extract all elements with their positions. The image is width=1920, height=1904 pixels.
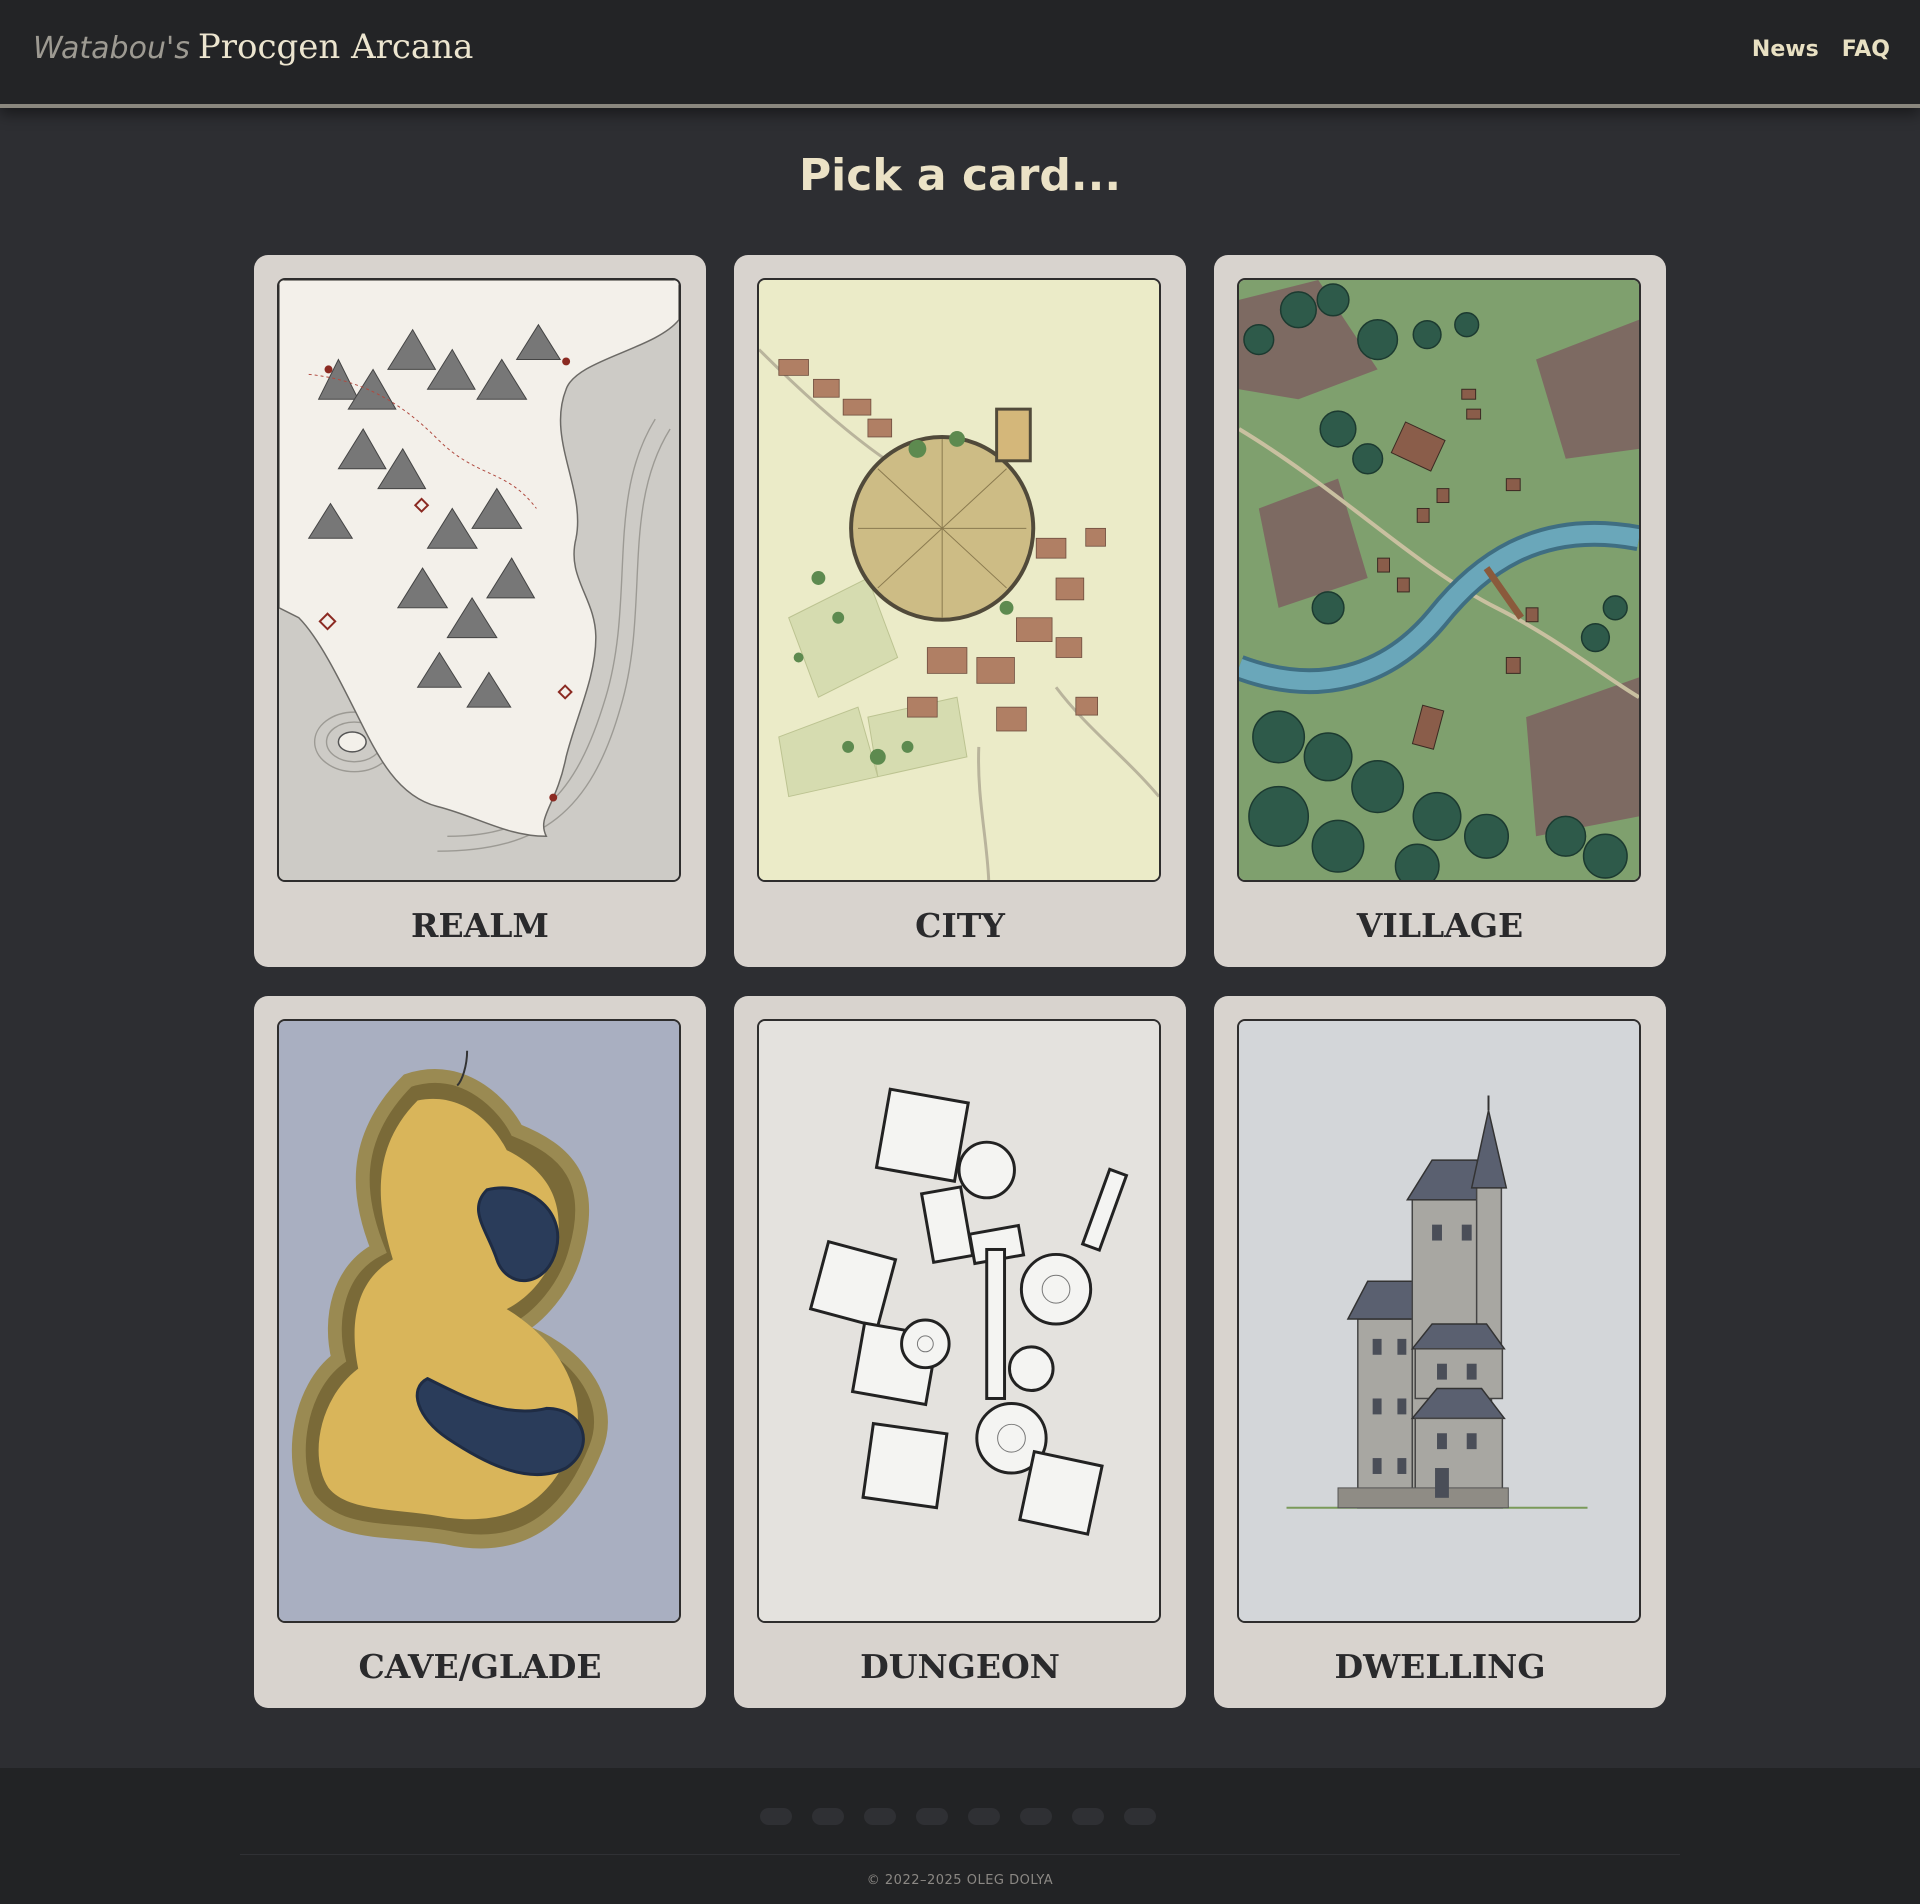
- realm-map-illustration: [277, 278, 681, 882]
- village-map-illustration: [1237, 278, 1641, 882]
- page-title: Pick a card...: [798, 150, 1122, 201]
- brand-prefix: Watabou's: [33, 31, 190, 66]
- card-village[interactable]: VILLAGE: [1214, 255, 1666, 967]
- site-footer: © 2022–2025 OLEG DOLYA: [0, 1768, 1920, 1904]
- site-logo[interactable]: Watabou's Procgen Arcana: [33, 27, 473, 67]
- footer-dot[interactable]: [1124, 1808, 1156, 1825]
- card-dungeon[interactable]: DUNGEON: [734, 996, 1186, 1708]
- dwelling-building-illustration: [1237, 1019, 1641, 1623]
- footer-divider: [240, 1854, 1680, 1855]
- footer-dot[interactable]: [760, 1808, 792, 1825]
- dungeon-map-illustration: [757, 1019, 1161, 1623]
- card-label: CITY: [915, 906, 1005, 945]
- footer-dot[interactable]: [812, 1808, 844, 1825]
- footer-dot[interactable]: [1072, 1808, 1104, 1825]
- brand-title: Procgen Arcana: [197, 27, 474, 67]
- cave-glade-map-illustration: [277, 1019, 681, 1623]
- card-label: DUNGEON: [860, 1647, 1060, 1686]
- card-label: VILLAGE: [1356, 906, 1524, 945]
- card-cave-glade[interactable]: CAVE/GLADE: [254, 996, 706, 1708]
- city-map-illustration: [757, 278, 1161, 882]
- footer-pagination: [760, 1808, 1176, 1826]
- copyright-text: © 2022–2025 OLEG DOLYA: [866, 1873, 1054, 1888]
- top-nav: News FAQ: [1734, 37, 1890, 62]
- footer-dot[interactable]: [864, 1808, 896, 1825]
- card-dwelling[interactable]: DWELLING: [1214, 996, 1666, 1708]
- card-label: DWELLING: [1334, 1647, 1546, 1686]
- card-realm[interactable]: REALM: [254, 255, 706, 967]
- card-city[interactable]: CITY: [734, 255, 1186, 967]
- footer-dot[interactable]: [968, 1808, 1000, 1825]
- site-header: Watabou's Procgen Arcana News FAQ: [0, 0, 1920, 104]
- nav-news-link[interactable]: News: [1752, 37, 1819, 62]
- footer-dot[interactable]: [1020, 1808, 1052, 1825]
- footer-dot[interactable]: [916, 1808, 948, 1825]
- nav-faq-link[interactable]: FAQ: [1842, 37, 1890, 62]
- card-label: REALM: [411, 906, 549, 945]
- card-label: CAVE/GLADE: [358, 1647, 602, 1686]
